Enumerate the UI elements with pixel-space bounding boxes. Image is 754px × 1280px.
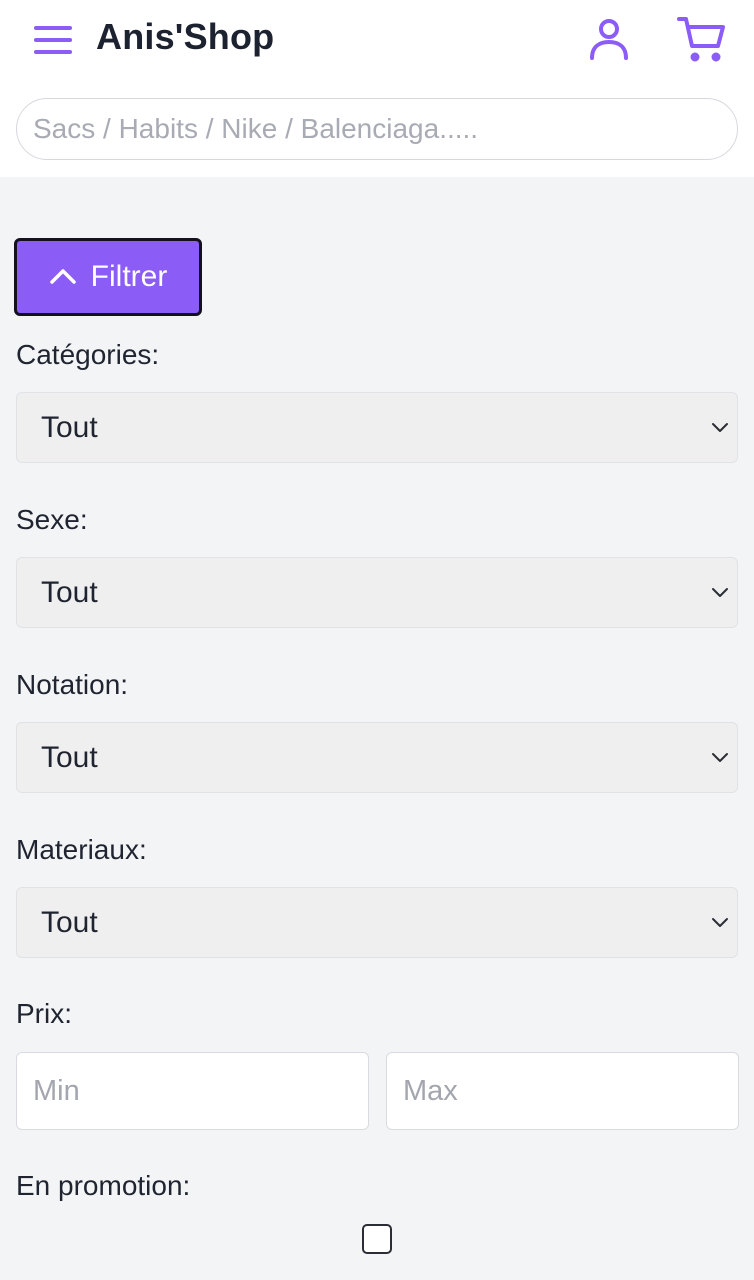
sexe-select-value: Tout — [41, 576, 98, 609]
user-icon[interactable] — [586, 16, 632, 62]
sexe-label: Sexe: — [16, 504, 88, 535]
app-header: Anis'Shop — [0, 0, 754, 177]
cart-icon[interactable] — [676, 14, 726, 64]
chevron-up-icon — [49, 269, 76, 284]
filter-toggle-label: Filtrer — [90, 260, 168, 293]
prix-label: Prix: — [16, 998, 72, 1029]
notation-label: Notation: — [16, 669, 129, 700]
chevron-down-icon — [712, 753, 728, 762]
materiaux-select[interactable]: Tout — [16, 887, 738, 958]
brand-title[interactable]: Anis'Shop — [96, 16, 274, 58]
notation-select-value: Tout — [41, 741, 98, 774]
price-min-input[interactable] — [16, 1052, 369, 1130]
sexe-select[interactable]: Tout — [16, 557, 738, 628]
categories-select-value: Tout — [41, 411, 98, 444]
categories-select[interactable]: Tout — [16, 392, 738, 463]
promotion-label: En promotion: — [16, 1170, 191, 1201]
materiaux-label: Materiaux: — [16, 834, 147, 865]
chevron-down-icon — [712, 588, 728, 597]
price-max-input[interactable] — [386, 1052, 739, 1130]
chevron-down-icon — [712, 423, 728, 432]
categories-label: Catégories: — [16, 339, 160, 370]
promotion-checkbox[interactable] — [362, 1224, 392, 1254]
search-input[interactable] — [16, 98, 738, 160]
filter-toggle-button[interactable]: Filtrer — [14, 238, 202, 316]
chevron-down-icon — [712, 918, 728, 927]
menu-icon[interactable] — [34, 24, 74, 56]
notation-select[interactable]: Tout — [16, 722, 738, 793]
materiaux-select-value: Tout — [41, 906, 98, 939]
